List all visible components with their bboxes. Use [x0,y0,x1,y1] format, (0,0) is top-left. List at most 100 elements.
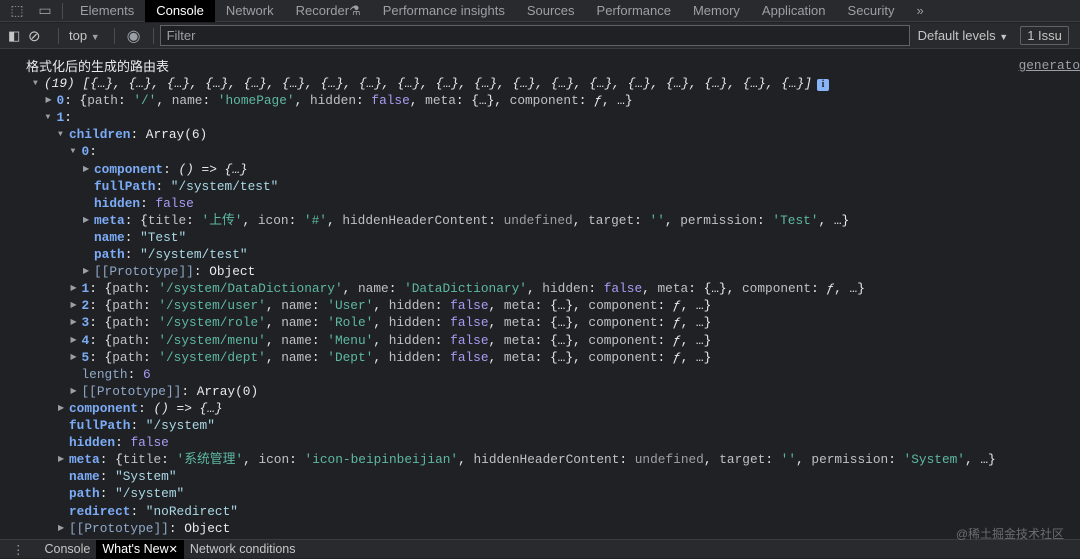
preview-key: hidden [388,298,435,314]
object-property-row[interactable]: meta: {title: '上传', icon: '#', hiddenHea… [94,212,849,229]
object-property-row[interactable]: path: "/system" [69,485,184,502]
object-property-row[interactable]: 1: {path: '/system/DataDictionary', name… [82,280,865,297]
expand-arrow-icon[interactable]: ▶ [71,297,77,314]
preview-key: hidden [542,281,589,297]
property-key: meta [69,452,100,468]
property-key: hidden [69,435,116,451]
object-preview: ƒ [672,315,681,331]
collapse-arrow-icon[interactable]: ▼ [71,143,76,160]
object-property-row[interactable]: 4: {path: '/system/menu', name: 'Menu', … [82,332,712,349]
object-property-row[interactable]: redirect: "noRedirect" [69,503,238,520]
object-property-row[interactable]: name: "Test" [94,229,186,246]
object-property-row[interactable]: 2: {path: '/system/user', name: 'User', … [82,297,712,314]
object-property-row[interactable]: [[Prototype]]: Object [94,263,255,280]
drawer-menu-icon[interactable]: ⋮ [12,542,25,557]
tab-application[interactable]: Application [751,0,837,22]
object-property-row[interactable]: 0: [82,143,97,160]
string-value: "/system" [145,418,215,433]
tab-performance[interactable]: Performance [586,0,682,22]
punctuation: , [373,332,389,348]
source-link[interactable]: generato [1019,58,1080,73]
live-expression-eye-icon[interactable]: ◉ [127,26,141,46]
object-property-row[interactable]: hidden: false [94,195,194,212]
expand-arrow-icon[interactable]: ▶ [58,400,64,417]
property-key: component [69,400,139,416]
internal-property: [[Prototype]] [81,383,182,399]
property-key: fullPath [94,178,156,194]
tab-console[interactable]: Console [145,0,215,22]
issues-button[interactable]: 1 Issu [1020,26,1069,45]
info-icon[interactable]: i [816,79,829,91]
log-levels-dropdown[interactable]: Default levels ▼ [918,28,1009,43]
device-toolbar-icon[interactable]: ▭ [34,1,56,21]
object-property-row[interactable]: (19) [{…}, {…}, {…}, {…}, {…}, {…}, {…},… [44,75,829,92]
object-property-row[interactable]: name: "System" [69,468,177,485]
drawer-tab-network-conditions[interactable]: Network conditions [184,540,302,559]
punctuation: , [342,281,358,297]
drawer-tab-label: What's New [102,542,169,556]
tab-performance-insights[interactable]: Performance insights [372,0,516,22]
object-property-row[interactable]: length: 6 [82,366,151,383]
collapse-arrow-icon[interactable]: ▼ [46,109,51,126]
punctuation: : [115,435,131,451]
object-property-row[interactable]: 0: {path: '/', name: 'homePage', hidden:… [57,92,633,109]
object-property-row[interactable]: path: "/system/test" [94,246,248,263]
primitive-value: false [450,315,489,331]
object-property-row[interactable]: fullPath: "/system/test" [94,178,278,195]
punctuation: : [578,93,595,109]
expand-arrow-icon[interactable]: ▶ [83,212,89,229]
object-property-row[interactable]: hidden: false [69,434,169,451]
tab-recorder[interactable]: Recorder ⚗ [285,0,372,22]
object-property-row[interactable]: 3: {path: '/system/role', name: 'Role', … [82,314,712,331]
expand-arrow-icon[interactable]: ▶ [71,280,77,297]
preview-key: path [112,298,143,314]
preview-string: '/' [133,93,157,109]
object-property-row[interactable]: [[Prototype]]: Array(0) [82,383,259,400]
property-key: name [94,229,125,245]
punctuation: : Array(0) [181,383,259,399]
collapse-arrow-icon[interactable]: ▼ [58,126,63,143]
expand-arrow-icon[interactable]: ▶ [83,161,89,178]
tab-elements[interactable]: Elements [69,0,145,22]
expand-arrow-icon[interactable]: ▶ [46,92,52,109]
drawer-tab-console[interactable]: Console [39,540,97,559]
preview-key: hiddenHeaderContent [342,212,489,228]
object-property-row[interactable]: component: () => {…} [69,400,223,417]
expand-arrow-icon[interactable]: ▶ [71,383,77,400]
preview-string: '' [780,452,797,468]
tab-sources[interactable]: Sources [516,0,586,22]
inspect-element-icon[interactable]: ⬚ [6,1,28,21]
punctuation: : [142,281,159,297]
object-property-row[interactable]: children: Array(6) [69,126,207,143]
expand-arrow-icon[interactable]: ▶ [71,332,77,349]
object-property-row[interactable]: fullPath: "/system" [69,417,215,434]
context-select[interactable]: top ▼ [69,28,100,43]
expand-arrow-icon[interactable]: ▶ [83,263,89,280]
console-output: 格式化后的生成的路由表 generato ▼ (19) [{…}, {…}, {…… [0,57,1080,537]
collapse-arrow-icon[interactable]: ▼ [33,75,38,92]
preview-string: '/system/role' [158,315,266,331]
object-property-row[interactable]: meta: {title: '系统管理', icon: 'icon-beipin… [69,451,996,468]
clear-console-icon[interactable]: ⊘ [28,27,52,45]
expand-arrow-icon[interactable]: ▶ [71,349,77,366]
expand-arrow-icon[interactable]: ▶ [58,520,64,537]
tab-network[interactable]: Network [215,0,285,22]
filter-input[interactable]: Filter [159,25,910,46]
punctuation: : [130,418,146,433]
string-value: "noRedirect" [145,503,238,519]
object-property-row[interactable]: 1: [57,109,72,126]
property-key: fullPath [69,418,131,433]
tab-memory[interactable]: Memory [682,0,751,22]
close-tab-icon[interactable]: ✕ [169,543,178,556]
expand-arrow-icon[interactable]: ▶ [58,451,64,468]
expand-arrow-icon[interactable]: ▶ [71,314,77,331]
tab-security[interactable]: Security [837,0,906,22]
more-tabs-icon[interactable]: » [906,0,935,22]
drawer-tab-what-s-new[interactable]: What's New ✕ [96,539,184,559]
preview-string: '/system/dept' [158,349,266,365]
object-property-row[interactable]: 5: {path: '/system/dept', name: 'Dept', … [82,349,712,366]
punctuation: , …} [680,298,712,314]
object-property-row[interactable]: component: () => {…} [94,161,248,178]
sidebar-toggle-icon[interactable]: ◧ [8,28,28,44]
object-property-row[interactable]: [[Prototype]]: Object [69,520,230,537]
